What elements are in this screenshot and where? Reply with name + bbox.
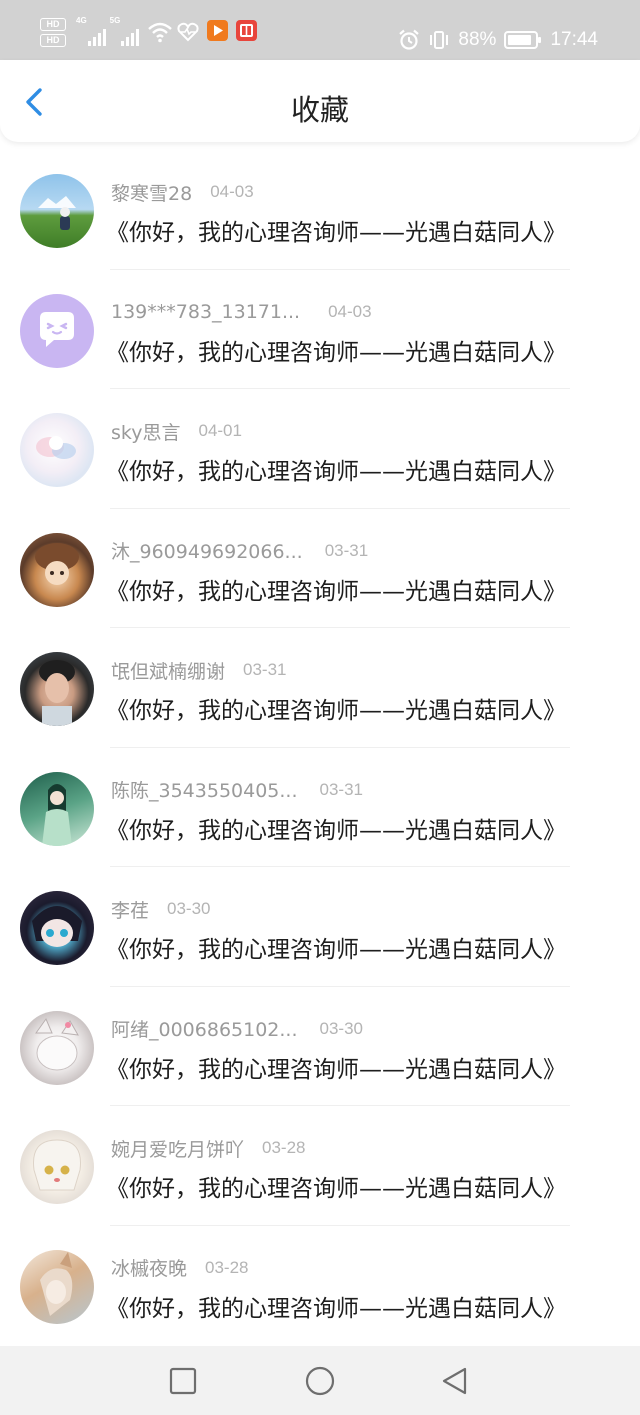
vibrate-icon	[430, 31, 449, 49]
list-item[interactable]: 黎寒雪28 04-03 《你好，我的心理咨询师——光遇白菇同人》	[0, 150, 640, 270]
recent-apps-square-icon	[169, 1367, 197, 1395]
network-type-label: 4G	[76, 16, 87, 25]
username[interactable]: 李荏	[111, 896, 149, 923]
date: 03-31	[319, 779, 363, 799]
avatar[interactable]	[20, 1130, 94, 1204]
post-title[interactable]: 《你好，我的心理咨询师——光遇白菇同人》	[106, 811, 566, 845]
hd-icon: HD HD	[40, 18, 66, 47]
item-meta: 陈陈_3543550405... 03-31	[111, 777, 363, 803]
post-title[interactable]: 《你好，我的心理咨询师——光遇白菇同人》	[106, 452, 566, 486]
avatar[interactable]	[20, 1010, 94, 1085]
health-icon	[177, 22, 199, 42]
page-title: 收藏	[290, 93, 349, 127]
avatar[interactable]	[20, 174, 94, 248]
date: 03-30	[167, 899, 211, 918]
alarm-icon	[399, 29, 420, 50]
post-title[interactable]: 《你好，我的心理咨询师——光遇白菇同人》	[106, 572, 566, 606]
avatar[interactable]	[20, 1249, 94, 1324]
battery-icon	[504, 31, 542, 49]
home-button[interactable]	[304, 1366, 335, 1396]
date: 03-28	[205, 1257, 249, 1277]
item-meta: 婉月爱吃月饼吖 03-28	[111, 1135, 306, 1161]
list-item[interactable]: 冰槭夜晚 03-28 《你好，我的心理咨询师——光遇白菇同人》	[0, 1226, 640, 1346]
favorites-list: 黎寒雪28 04-03 《你好，我的心理咨询师——光遇白菇同人》 139***7…	[0, 150, 640, 1345]
battery-percent: 88%	[458, 29, 497, 50]
post-title[interactable]: 《你好，我的心理咨询师——光遇白菇同人》	[106, 930, 566, 964]
avatar[interactable]	[20, 293, 94, 368]
username[interactable]: 沐_960949692066...	[111, 537, 303, 564]
avatar[interactable]	[20, 771, 94, 846]
username[interactable]: 139***783_13171...	[111, 301, 300, 323]
date: 03-28	[262, 1138, 306, 1157]
list-item[interactable]: 婉月爱吃月饼吖 03-28 《你好，我的心理咨询师——光遇白菇同人》	[0, 1106, 640, 1226]
item-meta: 139***783_13171... 04-03	[111, 299, 372, 325]
post-title[interactable]: 《你好，我的心理咨询师——光遇白菇同人》	[106, 213, 566, 247]
username[interactable]: 冰槭夜晚	[111, 1254, 187, 1281]
username[interactable]: 陈陈_3543550405...	[111, 776, 298, 803]
date: 04-03	[210, 182, 254, 201]
list-item[interactable]: 陈陈_3543550405... 03-31 《你好，我的心理咨询师——光遇白菇…	[0, 748, 640, 867]
clock: 17:44	[550, 29, 598, 50]
status-bar: HD HD 4G 5G 88% 17:44	[0, 0, 640, 60]
home-circle-icon	[305, 1366, 335, 1396]
list-item[interactable]: sky思言 04-01 《你好，我的心理咨询师——光遇白菇同人》	[0, 389, 640, 509]
item-meta: 李荏 03-30	[111, 896, 211, 922]
cell-signal-icon: 5G	[110, 16, 140, 46]
cell-signal-icon: 4G	[76, 16, 106, 46]
reader-app-icon	[236, 20, 258, 41]
item-meta: 冰槭夜晚 03-28	[111, 1255, 249, 1281]
date: 03-31	[243, 660, 287, 679]
list-item[interactable]: 阿绪_0006865102... 03-30 《你好，我的心理咨询师——光遇白菇…	[0, 987, 640, 1106]
hd-badge: HD	[40, 34, 66, 47]
username[interactable]: 阿绪_0006865102...	[111, 1015, 298, 1042]
item-meta: 氓但斌楠绷谢 03-31	[111, 657, 287, 683]
status-right: 88% 17:44	[398, 24, 598, 56]
date: 03-30	[319, 1018, 363, 1038]
list-item[interactable]: 139***783_13171... 04-03 《你好，我的心理咨询师——光遇…	[0, 270, 640, 389]
status-left: HD HD 4G 5G	[40, 16, 258, 58]
date: 04-03	[328, 301, 372, 321]
username[interactable]: 氓但斌楠绷谢	[111, 657, 225, 684]
post-title[interactable]: 《你好，我的心理咨询师——光遇白菇同人》	[106, 691, 566, 725]
post-title[interactable]: 《你好，我的心理咨询师——光遇白菇同人》	[106, 333, 566, 367]
post-title[interactable]: 《你好，我的心理咨询师——光遇白菇同人》	[106, 1169, 566, 1203]
date: 04-01	[198, 421, 242, 440]
video-app-icon	[207, 20, 229, 41]
date: 03-31	[324, 540, 369, 560]
wifi-icon	[148, 22, 173, 43]
recent-apps-button[interactable]	[168, 1366, 198, 1396]
list-item[interactable]: 李荏 03-30 《你好，我的心理咨询师——光遇白菇同人》	[0, 867, 640, 987]
username[interactable]: 黎寒雪28	[111, 179, 192, 206]
nav-back-button[interactable]	[440, 1366, 470, 1396]
hd-badge: HD	[40, 18, 66, 31]
avatar[interactable]	[20, 891, 94, 965]
back-triangle-icon	[442, 1367, 467, 1395]
post-title[interactable]: 《你好，我的心理咨询师——光遇白菇同人》	[106, 1289, 566, 1323]
list-item[interactable]: 沐_960949692066... 03-31 《你好，我的心理咨询师——光遇白…	[0, 509, 640, 628]
chat-bubble-icon	[40, 311, 74, 347]
item-meta: 沐_960949692066... 03-31	[111, 538, 368, 564]
avatar[interactable]	[20, 652, 94, 726]
username[interactable]: sky思言	[111, 418, 180, 445]
avatar[interactable]	[20, 532, 94, 607]
avatar[interactable]	[20, 413, 94, 487]
app-header: 收藏	[0, 60, 640, 142]
item-meta: sky思言 04-01	[111, 418, 242, 444]
system-nav-bar	[0, 1346, 640, 1415]
item-meta: 黎寒雪28 04-03	[111, 179, 254, 205]
network-type-label: 5G	[109, 16, 121, 25]
list-item[interactable]: 氓但斌楠绷谢 03-31 《你好，我的心理咨询师——光遇白菇同人》	[0, 628, 640, 748]
post-title[interactable]: 《你好，我的心理咨询师——光遇白菇同人》	[106, 1050, 566, 1084]
username[interactable]: 婉月爱吃月饼吖	[111, 1135, 244, 1162]
item-meta: 阿绪_0006865102... 03-30	[111, 1016, 363, 1042]
